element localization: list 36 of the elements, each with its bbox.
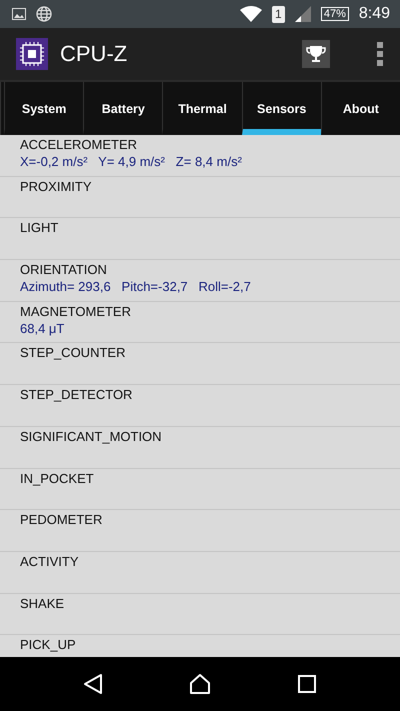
sensor-name: SHAKE: [20, 596, 66, 611]
trophy-icon: [306, 44, 326, 64]
battery-icon: 47%: [320, 7, 349, 21]
picture-icon: [12, 8, 26, 20]
sensor-value: 68,4 μT: [20, 320, 66, 336]
tab[interactable]: Battery: [83, 82, 162, 135]
clock: 8:49: [358, 5, 390, 23]
tab[interactable]: Thermal: [162, 82, 242, 135]
sensor-value: Azimuth= 293,6 Pitch=-32,7 Roll=-2,7: [20, 279, 252, 294]
sensor-name: MAGNETOMETER: [20, 304, 132, 319]
globe-icon: [36, 6, 52, 22]
menu-button[interactable]: [376, 42, 384, 66]
back-button[interactable]: [83, 673, 103, 695]
sensor-name: PEDOMETER: [20, 512, 104, 528]
app-title: CPU-Z: [60, 41, 128, 67]
signal-icon: [294, 6, 311, 22]
sensor-name: ACCELEROMETER: [20, 137, 138, 152]
sensor-name: STEP_DETECTOR: [20, 387, 134, 402]
recents-button[interactable]: [297, 674, 317, 694]
sensor-name: SIGNIFICANT_MOTION: [20, 428, 163, 444]
sensor-name: STEP_COUNTER: [20, 345, 126, 360]
tab[interactable]: System: [4, 82, 84, 135]
home-button[interactable]: [189, 673, 211, 695]
sensor-name: IN_POCKET: [20, 470, 95, 486]
sensor-name: ORIENTATION: [20, 262, 108, 278]
wifi-icon: [240, 6, 262, 22]
trophy-button[interactable]: [302, 40, 330, 68]
sim-icon: 1: [272, 6, 285, 22]
sensor-value: X=-0,2 m/s² Y= 4,9 m/s² Z= 8,4 m/s²: [20, 154, 243, 169]
sensor-name: PROXIMITY: [20, 178, 93, 194]
sensor-name: ACTIVITY: [20, 554, 80, 569]
tab[interactable]: About: [320, 82, 400, 135]
cpu-logo-icon: [16, 38, 48, 70]
tab[interactable]: Sensors: [242, 82, 321, 135]
sensor-name: PICK_UP: [20, 637, 77, 652]
sensor-name: LIGHT: [20, 220, 60, 236]
